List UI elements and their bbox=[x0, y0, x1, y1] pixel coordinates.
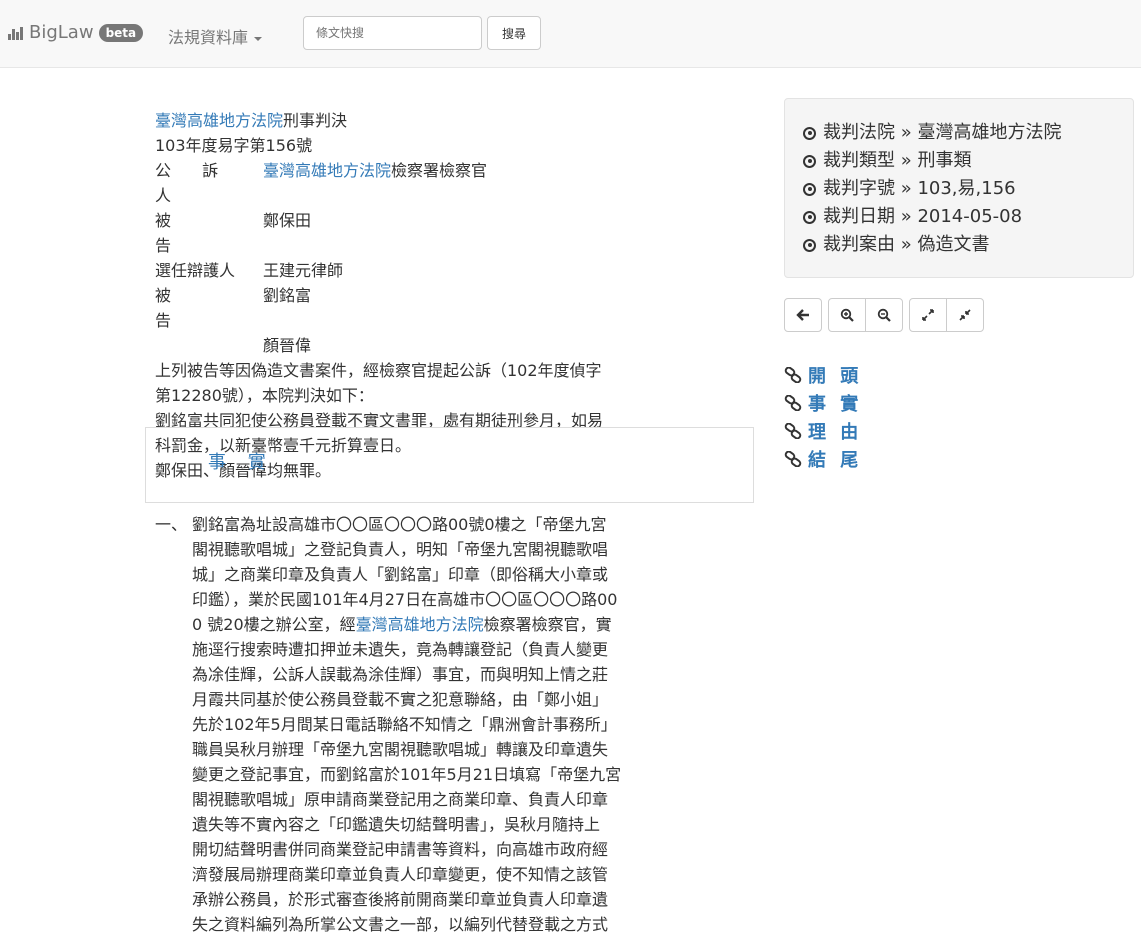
item-text: 劉銘富為址設高雄市〇〇區〇〇〇路00號0樓之「帝堡九宮 閣視聽歌唱城」之登記負責… bbox=[192, 515, 622, 934]
compress-icon bbox=[959, 309, 971, 321]
zoom-in-button[interactable] bbox=[828, 298, 866, 332]
table-of-contents: 開 頭 事 實 理 由 結 尾 bbox=[784, 361, 862, 473]
info-date: 裁判日期 » 2014-05-08 bbox=[803, 203, 1133, 231]
zoom-out-icon bbox=[877, 308, 891, 322]
expand-button[interactable] bbox=[909, 298, 947, 332]
intro-text: 第12280號），本院判決如下： bbox=[155, 386, 374, 405]
case-info-panel: 裁判法院 » 臺灣高雄地方法院 裁判類型 » 刑事類 裁判字號 » 103,易,… bbox=[784, 98, 1134, 278]
party-row: 公 訴 人 臺灣高雄地方法院檢察署檢察官 bbox=[155, 161, 488, 205]
party-row: 被 告 鄭保田 bbox=[155, 211, 312, 255]
info-cause: 裁判案由 » 偽造文書 bbox=[803, 231, 1133, 259]
compress-button[interactable] bbox=[946, 298, 984, 332]
link-icon bbox=[784, 451, 802, 467]
intro-text: 上列被告等因偽造文書案件，經檢察官提起公訴（102年度偵字 bbox=[155, 361, 602, 380]
link-icon bbox=[784, 395, 802, 411]
record-icon bbox=[803, 154, 816, 168]
beta-badge: beta bbox=[98, 23, 144, 42]
item-number: 一、 bbox=[155, 515, 188, 534]
navbar: BigLaw beta 法規資料庫 搜尋 bbox=[0, 0, 1141, 68]
search-input[interactable] bbox=[303, 16, 482, 50]
expand-icon bbox=[922, 309, 934, 321]
party-row: 顏晉偉 bbox=[263, 336, 312, 355]
facts-body: 一、 劉銘富為址設高雄市〇〇區〇〇〇路00號0樓之「帝堡九宮 閣視聽歌唱城」之登… bbox=[155, 512, 665, 937]
zoom-in-icon bbox=[840, 308, 854, 322]
brand-logo[interactable]: BigLaw beta bbox=[8, 22, 144, 43]
toc-item-beginning[interactable]: 開 頭 bbox=[784, 361, 862, 389]
search-button[interactable]: 搜尋 bbox=[487, 16, 541, 50]
back-button[interactable] bbox=[784, 298, 822, 332]
bar-chart-icon bbox=[8, 26, 24, 40]
court-link[interactable]: 臺灣高雄地方法院 bbox=[155, 111, 283, 130]
party-row: 被 告 劉銘富 bbox=[155, 286, 312, 330]
view-toolbar bbox=[784, 298, 984, 332]
case-number: 103年度易字第156號 bbox=[155, 136, 313, 155]
zoom-out-button[interactable] bbox=[865, 298, 903, 332]
record-icon bbox=[803, 126, 816, 140]
link-icon bbox=[784, 423, 802, 439]
section-title: 事 實 bbox=[208, 452, 274, 473]
record-icon bbox=[803, 238, 816, 252]
court-link[interactable]: 臺灣高雄地方法院 bbox=[263, 161, 391, 180]
record-icon bbox=[803, 182, 816, 196]
caret-down-icon bbox=[254, 36, 263, 41]
toc-item-facts[interactable]: 事 實 bbox=[784, 389, 862, 417]
toc-item-reasons[interactable]: 理 由 bbox=[784, 417, 862, 445]
info-type: 裁判類型 » 刑事類 bbox=[803, 147, 1133, 175]
info-court: 裁判法院 » 臺灣高雄地方法院 bbox=[803, 119, 1133, 147]
court-link[interactable]: 臺灣高雄地方法院 bbox=[356, 615, 484, 634]
toc-item-ending[interactable]: 結 尾 bbox=[784, 445, 862, 473]
dropdown-label: 法規資料庫 bbox=[168, 28, 249, 47]
arrow-left-icon bbox=[796, 309, 809, 321]
list-item: 一、 劉銘富為址設高雄市〇〇區〇〇〇路00號0樓之「帝堡九宮 閣視聽歌唱城」之登… bbox=[155, 512, 665, 937]
info-case-number: 裁判字號 » 103,易,156 bbox=[803, 175, 1133, 203]
record-icon bbox=[803, 210, 816, 224]
link-icon bbox=[784, 367, 802, 383]
facts-section-header: 事 實 bbox=[145, 427, 754, 503]
law-database-dropdown[interactable]: 法規資料庫 bbox=[168, 24, 263, 48]
party-row: 選任辯護人 王建元律師 bbox=[155, 261, 344, 280]
brand-name: BigLaw bbox=[29, 22, 94, 43]
judgment-title: 臺灣高雄地方法院刑事判決 bbox=[155, 111, 348, 130]
